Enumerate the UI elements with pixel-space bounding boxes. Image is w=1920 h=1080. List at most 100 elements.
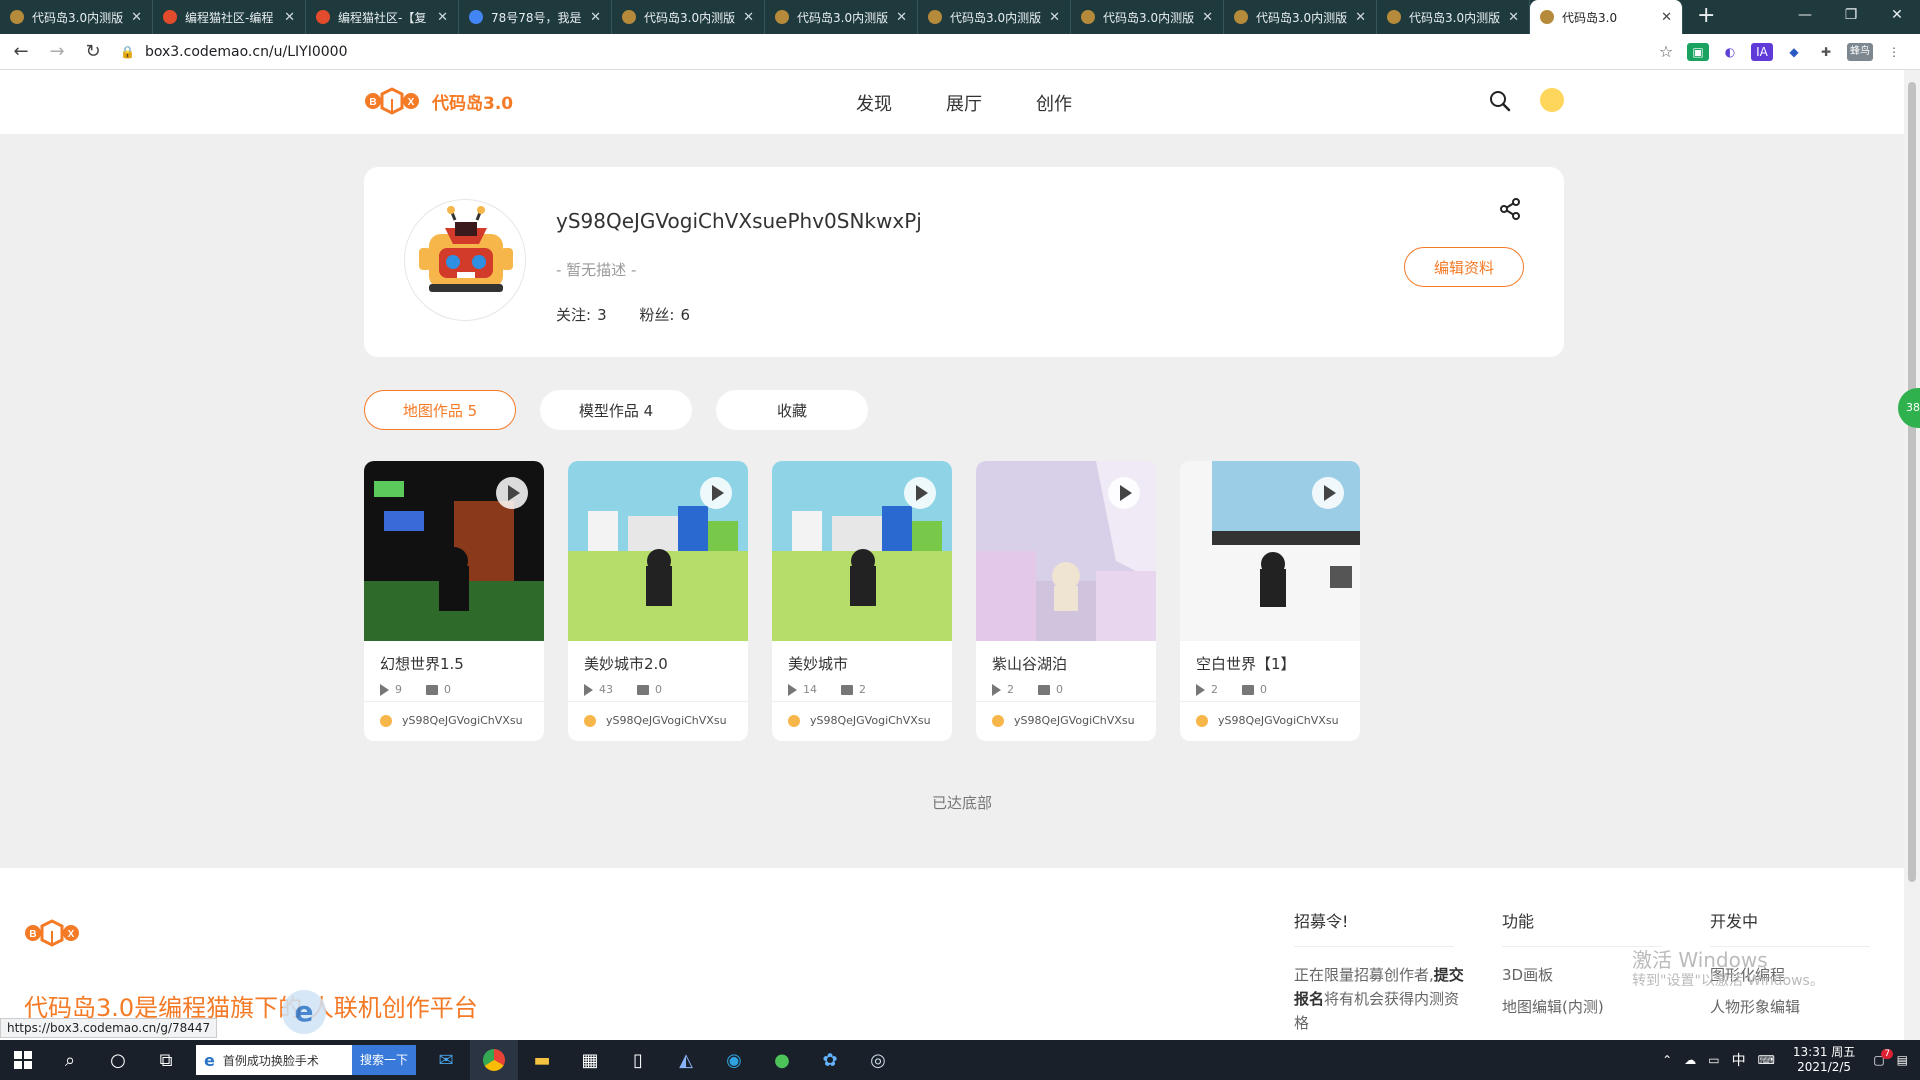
close-window-button[interactable]: ✕ (1874, 0, 1920, 30)
steam-icon[interactable]: ◎ (854, 1040, 902, 1080)
bookmark-star-icon[interactable]: ☆ (1655, 42, 1677, 61)
file-explorer-icon[interactable]: ▬ (518, 1040, 566, 1080)
play-icon[interactable] (1108, 477, 1140, 509)
work-card[interactable]: 空白世界【1】 2 0 yS98QeJGVogiChVXsu (1180, 461, 1360, 741)
profile-chip[interactable]: 蜂鸟 (1847, 42, 1873, 61)
browser-tab[interactable]: 编程猫社区-【复 ✕ (306, 0, 459, 34)
author-name: yS98QeJGVogiChVXsu (1218, 714, 1339, 727)
tab-map-works[interactable]: 地图作品 5 (364, 390, 516, 430)
play-icon[interactable] (904, 477, 936, 509)
app-blue-icon[interactable]: ◭ (662, 1040, 710, 1080)
browser-tab[interactable]: 代码岛3.0 ✕ (1530, 0, 1683, 34)
nav-create[interactable]: 创作 (1036, 90, 1072, 116)
task-view-icon[interactable]: ⧉ (142, 1040, 190, 1080)
browser-tab[interactable]: 编程猫社区-编程 ✕ (153, 0, 306, 34)
app-cloud-icon[interactable]: ✿ (806, 1040, 854, 1080)
close-tab-icon[interactable]: ✕ (284, 10, 295, 25)
tab-favicon-icon (10, 10, 24, 24)
restore-button[interactable]: ❐ (1828, 0, 1874, 30)
app-green-icon[interactable]: ● (758, 1040, 806, 1080)
close-tab-icon[interactable]: ✕ (1202, 10, 1213, 25)
close-tab-icon[interactable]: ✕ (131, 10, 142, 25)
menu-dots-icon[interactable]: ⋮ (1883, 43, 1905, 61)
network-icon[interactable]: ▭ (1708, 1053, 1719, 1067)
tab-model-works[interactable]: 模型作品 4 (540, 390, 692, 430)
user-avatar[interactable] (1540, 88, 1564, 112)
edit-profile-button[interactable]: 编辑资料 (1404, 247, 1524, 287)
store-icon[interactable]: ▦ (566, 1040, 614, 1080)
chrome-icon[interactable] (470, 1040, 518, 1080)
document-icon[interactable]: ▯ (614, 1040, 662, 1080)
share-icon[interactable] (1498, 197, 1522, 221)
browser-tab[interactable]: 代码岛3.0内测版 ✕ (765, 0, 918, 34)
ime-indicator[interactable]: 中 (1732, 1050, 1746, 1070)
search-icon[interactable] (1489, 90, 1511, 112)
taskbar-clock[interactable]: 13:31 周五 2021/2/5 (1793, 1045, 1855, 1075)
play-icon[interactable] (700, 477, 732, 509)
forward-icon[interactable]: → (42, 41, 72, 62)
onedrive-icon[interactable]: ☁ (1684, 1053, 1696, 1067)
browser-tab[interactable]: 代码岛3.0内测版 ✕ (0, 0, 153, 34)
keyboard-icon[interactable]: ⌨ (1758, 1053, 1775, 1067)
notification-badge[interactable]: ▢ 7 (1873, 1049, 1894, 1067)
close-tab-icon[interactable]: ✕ (590, 10, 601, 25)
close-tab-icon[interactable]: ✕ (437, 10, 448, 25)
work-card[interactable]: 紫山谷湖泊 2 0 yS98QeJGVogiChVXsu (976, 461, 1156, 741)
footer-link-map-editor[interactable]: 地图编辑(内测) (1502, 995, 1672, 1019)
extension-moon-icon[interactable]: ◐ (1719, 43, 1741, 61)
scrollbar-thumb[interactable] (1908, 82, 1916, 882)
browser-tab[interactable]: 代码岛3.0内测版 ✕ (918, 0, 1071, 34)
extensions-puzzle-icon[interactable]: ✚ (1815, 43, 1837, 61)
start-button[interactable] (0, 1040, 46, 1080)
action-center-icon[interactable]: ▤ (1897, 1053, 1908, 1067)
footer-col-recruit: 招募令! 正在限量招募创作者,提交报名将有机会获得内测资格 (1294, 908, 1464, 1043)
close-tab-icon[interactable]: ✕ (1049, 10, 1060, 25)
minimize-button[interactable]: — (1782, 0, 1828, 30)
followers-stat[interactable]: 粉丝: 6 (639, 306, 704, 324)
following-stat[interactable]: 关注: 3 (556, 306, 621, 324)
browser-tab[interactable]: 代码岛3.0内测版 ✕ (1224, 0, 1377, 34)
new-tab-button[interactable]: + (1683, 0, 1729, 34)
side-floating-badge[interactable]: 38 (1898, 388, 1920, 428)
mail-icon[interactable]: ✉ (422, 1040, 470, 1080)
extension-ia-icon[interactable]: IA (1751, 42, 1773, 61)
browser-tab[interactable]: 代码岛3.0内测版 ✕ (1071, 0, 1224, 34)
back-icon[interactable]: ← (6, 41, 36, 62)
windows-logo-icon (14, 1051, 32, 1069)
work-title: 美妙城市2.0 (584, 655, 668, 673)
browser-tab[interactable]: 78号78号，我是 ✕ (459, 0, 612, 34)
following-count: 3 (597, 306, 607, 324)
search-taskbar-icon[interactable]: ⌕ (46, 1040, 94, 1080)
play-icon[interactable] (1312, 477, 1344, 509)
site-logo[interactable]: B X 代码岛3.0 (364, 86, 513, 116)
close-tab-icon[interactable]: ✕ (1661, 10, 1672, 25)
tray-chevron-icon[interactable]: ⌃ (1662, 1053, 1672, 1067)
browser-tab[interactable]: 代码岛3.0内测版 ✕ (1377, 0, 1530, 34)
close-tab-icon[interactable]: ✕ (743, 10, 754, 25)
nav-discover[interactable]: 发现 (856, 90, 892, 116)
nav-gallery[interactable]: 展厅 (946, 90, 982, 116)
taskbar-search-button[interactable]: 搜索一下 (351, 1045, 416, 1075)
taskbar-search-box[interactable]: e 首例成功换脸手术 搜索一下 (196, 1045, 416, 1075)
tab-title: 编程猫社区-【复 (338, 10, 427, 25)
work-card[interactable]: 幻想世界1.5 9 0 yS98QeJGVogiChVXsu (364, 461, 544, 741)
play-icon[interactable] (496, 477, 528, 509)
url-field[interactable]: 🔒 box3.codemao.cn/u/LIYI0000 (120, 38, 1640, 66)
tab-favorites[interactable]: 收藏 (716, 390, 868, 430)
ie-floating-icon[interactable]: e (282, 990, 326, 1034)
work-card[interactable]: 美妙城市2.0 43 0 yS98QeJGVogiChVXsu (568, 461, 748, 741)
extension-shield-icon[interactable]: ◆ (1783, 43, 1805, 61)
page-scrollbar[interactable] (1904, 70, 1920, 1040)
close-tab-icon[interactable]: ✕ (896, 10, 907, 25)
reload-icon[interactable]: ↻ (78, 41, 108, 62)
author-avatar (1196, 714, 1208, 727)
browser-tab[interactable]: 代码岛3.0内测版 ✕ (612, 0, 765, 34)
footer-link-avatar-editor[interactable]: 人物形象编辑 (1710, 995, 1880, 1019)
extension-green-icon[interactable]: ▣ (1687, 42, 1709, 61)
tab-title: 编程猫社区-编程 (185, 10, 274, 25)
edge-icon[interactable]: ◉ (710, 1040, 758, 1080)
close-tab-icon[interactable]: ✕ (1508, 10, 1519, 25)
close-tab-icon[interactable]: ✕ (1355, 10, 1366, 25)
cortana-icon[interactable]: ○ (94, 1040, 142, 1080)
work-card[interactable]: 美妙城市 14 2 yS98QeJGVogiChVXsu (772, 461, 952, 741)
